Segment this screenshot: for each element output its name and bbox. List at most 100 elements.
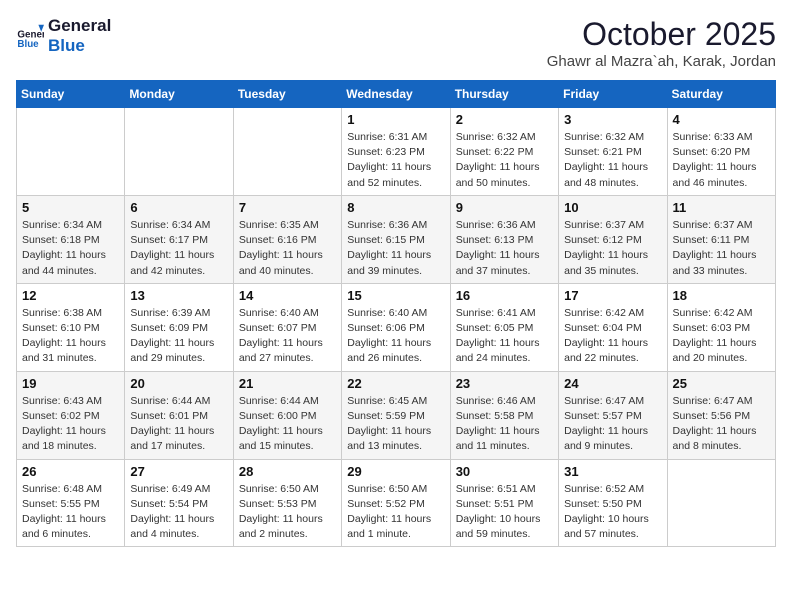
calendar-cell [667,459,775,547]
logo-line1: General [48,16,111,36]
day-info: Sunrise: 6:52 AM Sunset: 5:50 PM Dayligh… [564,482,661,543]
day-info: Sunrise: 6:50 AM Sunset: 5:52 PM Dayligh… [347,482,444,543]
month-title: October 2025 [547,16,776,53]
day-number: 19 [22,376,119,391]
day-info: Sunrise: 6:35 AM Sunset: 6:16 PM Dayligh… [239,218,336,279]
calendar-cell: 31 Sunrise: 6:52 AM Sunset: 5:50 PM Dayli… [559,459,667,547]
day-number: 20 [130,376,227,391]
calendar-cell: 14 Sunrise: 6:40 AM Sunset: 6:07 PM Dayli… [233,283,341,371]
weekday-header-friday: Friday [559,81,667,108]
weekday-header-row: SundayMondayTuesdayWednesdayThursdayFrid… [17,81,776,108]
calendar-week-row: 12 Sunrise: 6:38 AM Sunset: 6:10 PM Dayli… [17,283,776,371]
day-info: Sunrise: 6:37 AM Sunset: 6:12 PM Dayligh… [564,218,661,279]
day-info: Sunrise: 6:51 AM Sunset: 5:51 PM Dayligh… [456,482,553,543]
calendar-cell: 22 Sunrise: 6:45 AM Sunset: 5:59 PM Dayli… [342,371,450,459]
day-number: 30 [456,464,553,479]
calendar-cell: 24Sunrise: 6:47 AM Sunset: 5:57 PM Dayli… [559,371,667,459]
weekday-header-saturday: Saturday [667,81,775,108]
calendar-cell: 28 Sunrise: 6:50 AM Sunset: 5:53 PM Dayli… [233,459,341,547]
calendar-cell: 25Sunrise: 6:47 AM Sunset: 5:56 PM Dayli… [667,371,775,459]
day-info: Sunrise: 6:41 AM Sunset: 6:05 PM Dayligh… [456,306,553,367]
weekday-header-sunday: Sunday [17,81,125,108]
day-number: 11 [673,200,770,215]
day-number: 27 [130,464,227,479]
calendar-cell [125,108,233,196]
calendar-cell [17,108,125,196]
calendar-cell: 4 Sunrise: 6:33 AM Sunset: 6:20 PM Daylig… [667,108,775,196]
day-info: Sunrise: 6:44 AM Sunset: 6:01 PM Dayligh… [130,394,227,455]
day-info: Sunrise: 6:38 AM Sunset: 6:10 PM Dayligh… [22,306,119,367]
day-info: Sunrise: 6:42 AM Sunset: 6:03 PM Dayligh… [673,306,770,367]
day-number: 17 [564,288,661,303]
day-number: 22 [347,376,444,391]
calendar-cell: 3 Sunrise: 6:32 AM Sunset: 6:21 PM Daylig… [559,108,667,196]
calendar-cell: 15 Sunrise: 6:40 AM Sunset: 6:06 PM Dayli… [342,283,450,371]
weekday-header-monday: Monday [125,81,233,108]
day-info: Sunrise: 6:49 AM Sunset: 5:54 PM Dayligh… [130,482,227,543]
calendar-cell: 17Sunrise: 6:42 AM Sunset: 6:04 PM Dayli… [559,283,667,371]
day-info: Sunrise: 6:50 AM Sunset: 5:53 PM Dayligh… [239,482,336,543]
location-title: Ghawr al Mazra`ah, Karak, Jordan [547,53,776,70]
header: General Blue General Blue October 2025 G… [16,16,776,70]
day-info: Sunrise: 6:45 AM Sunset: 5:59 PM Dayligh… [347,394,444,455]
calendar-cell [233,108,341,196]
day-number: 10 [564,200,661,215]
day-info: Sunrise: 6:47 AM Sunset: 5:57 PM Dayligh… [564,394,661,455]
day-number: 1 [347,112,444,127]
day-info: Sunrise: 6:33 AM Sunset: 6:20 PM Dayligh… [673,130,770,191]
day-info: Sunrise: 6:47 AM Sunset: 5:56 PM Dayligh… [673,394,770,455]
calendar-cell: 13Sunrise: 6:39 AM Sunset: 6:09 PM Dayli… [125,283,233,371]
day-number: 14 [239,288,336,303]
day-number: 18 [673,288,770,303]
day-info: Sunrise: 6:34 AM Sunset: 6:18 PM Dayligh… [22,218,119,279]
day-number: 5 [22,200,119,215]
day-number: 29 [347,464,444,479]
calendar-cell: 1Sunrise: 6:31 AM Sunset: 6:23 PM Daylig… [342,108,450,196]
calendar-cell: 8Sunrise: 6:36 AM Sunset: 6:15 PM Daylig… [342,195,450,283]
day-info: Sunrise: 6:32 AM Sunset: 6:22 PM Dayligh… [456,130,553,191]
day-number: 12 [22,288,119,303]
day-info: Sunrise: 6:36 AM Sunset: 6:13 PM Dayligh… [456,218,553,279]
calendar-cell: 30 Sunrise: 6:51 AM Sunset: 5:51 PM Dayli… [450,459,558,547]
day-number: 3 [564,112,661,127]
day-info: Sunrise: 6:32 AM Sunset: 6:21 PM Dayligh… [564,130,661,191]
day-number: 4 [673,112,770,127]
day-number: 21 [239,376,336,391]
calendar-cell: 23Sunrise: 6:46 AM Sunset: 5:58 PM Dayli… [450,371,558,459]
day-number: 6 [130,200,227,215]
calendar-cell: 19 Sunrise: 6:43 AM Sunset: 6:02 PM Dayli… [17,371,125,459]
logo-line2: Blue [48,36,111,56]
calendar-cell: 21Sunrise: 6:44 AM Sunset: 6:00 PM Dayli… [233,371,341,459]
day-number: 28 [239,464,336,479]
day-info: Sunrise: 6:37 AM Sunset: 6:11 PM Dayligh… [673,218,770,279]
day-number: 7 [239,200,336,215]
day-number: 31 [564,464,661,479]
day-number: 8 [347,200,444,215]
day-number: 2 [456,112,553,127]
calendar-cell: 9Sunrise: 6:36 AM Sunset: 6:13 PM Daylig… [450,195,558,283]
logo: General Blue General Blue [16,16,111,57]
calendar-table: SundayMondayTuesdayWednesdayThursdayFrid… [16,80,776,547]
calendar-cell: 16 Sunrise: 6:41 AM Sunset: 6:05 PM Dayli… [450,283,558,371]
calendar-cell: 29 Sunrise: 6:50 AM Sunset: 5:52 PM Dayli… [342,459,450,547]
day-number: 23 [456,376,553,391]
day-number: 15 [347,288,444,303]
calendar-week-row: 1Sunrise: 6:31 AM Sunset: 6:23 PM Daylig… [17,108,776,196]
calendar-cell: 18 Sunrise: 6:42 AM Sunset: 6:03 PM Dayli… [667,283,775,371]
day-info: Sunrise: 6:40 AM Sunset: 6:06 PM Dayligh… [347,306,444,367]
calendar-cell: 20 Sunrise: 6:44 AM Sunset: 6:01 PM Dayli… [125,371,233,459]
calendar-cell: 26Sunrise: 6:48 AM Sunset: 5:55 PM Dayli… [17,459,125,547]
calendar-cell: 10 Sunrise: 6:37 AM Sunset: 6:12 PM Dayli… [559,195,667,283]
calendar-week-row: 26Sunrise: 6:48 AM Sunset: 5:55 PM Dayli… [17,459,776,547]
weekday-header-tuesday: Tuesday [233,81,341,108]
day-number: 26 [22,464,119,479]
calendar-cell: 12 Sunrise: 6:38 AM Sunset: 6:10 PM Dayli… [17,283,125,371]
calendar-cell: 2 Sunrise: 6:32 AM Sunset: 6:22 PM Daylig… [450,108,558,196]
day-info: Sunrise: 6:43 AM Sunset: 6:02 PM Dayligh… [22,394,119,455]
day-number: 13 [130,288,227,303]
day-info: Sunrise: 6:40 AM Sunset: 6:07 PM Dayligh… [239,306,336,367]
day-number: 16 [456,288,553,303]
calendar-week-row: 19 Sunrise: 6:43 AM Sunset: 6:02 PM Dayli… [17,371,776,459]
calendar-week-row: 5 Sunrise: 6:34 AM Sunset: 6:18 PM Daylig… [17,195,776,283]
svg-text:Blue: Blue [17,40,39,51]
